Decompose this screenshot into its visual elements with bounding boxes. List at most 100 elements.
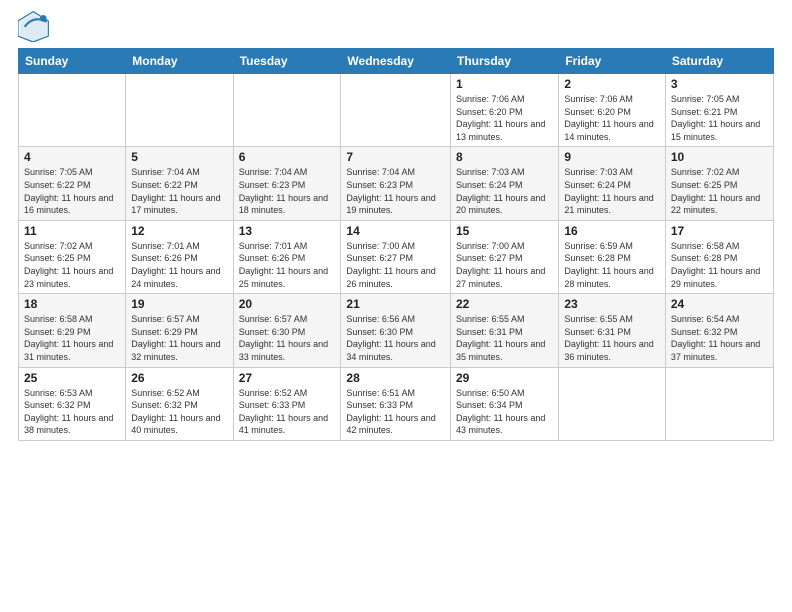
day-info: Sunrise: 6:59 AM Sunset: 6:28 PM Dayligh… [564,240,660,290]
day-info: Sunrise: 6:54 AM Sunset: 6:32 PM Dayligh… [671,313,768,363]
day-number: 11 [24,224,120,238]
logo [18,10,54,42]
day-info: Sunrise: 7:03 AM Sunset: 6:24 PM Dayligh… [564,166,660,216]
day-number: 25 [24,371,120,385]
day-info: Sunrise: 7:06 AM Sunset: 6:20 PM Dayligh… [456,93,553,143]
calendar-cell: 11 Sunrise: 7:02 AM Sunset: 6:25 PM Dayli… [19,220,126,293]
calendar-table: SundayMondayTuesdayWednesdayThursdayFrid… [18,48,774,441]
calendar-cell: 5 Sunrise: 7:04 AM Sunset: 6:22 PM Daylig… [126,147,233,220]
day-info: Sunrise: 7:03 AM Sunset: 6:24 PM Dayligh… [456,166,553,216]
day-info: Sunrise: 6:52 AM Sunset: 6:32 PM Dayligh… [131,387,227,437]
day-number: 16 [564,224,660,238]
calendar-week-5: 25 Sunrise: 6:53 AM Sunset: 6:32 PM Dayli… [19,367,774,440]
day-info: Sunrise: 7:00 AM Sunset: 6:27 PM Dayligh… [346,240,445,290]
calendar-cell: 8 Sunrise: 7:03 AM Sunset: 6:24 PM Daylig… [451,147,559,220]
day-number: 19 [131,297,227,311]
calendar-cell: 24 Sunrise: 6:54 AM Sunset: 6:32 PM Dayli… [665,294,773,367]
day-number: 21 [346,297,445,311]
day-number: 4 [24,150,120,164]
day-info: Sunrise: 6:50 AM Sunset: 6:34 PM Dayligh… [456,387,553,437]
day-number: 22 [456,297,553,311]
calendar-cell [126,74,233,147]
calendar-cell [233,74,341,147]
calendar-cell: 16 Sunrise: 6:59 AM Sunset: 6:28 PM Dayli… [559,220,666,293]
day-number: 18 [24,297,120,311]
page: SundayMondayTuesdayWednesdayThursdayFrid… [0,0,792,612]
calendar-cell: 3 Sunrise: 7:05 AM Sunset: 6:21 PM Daylig… [665,74,773,147]
day-info: Sunrise: 7:02 AM Sunset: 6:25 PM Dayligh… [24,240,120,290]
day-number: 15 [456,224,553,238]
calendar-cell: 28Sunrise: 6:51 AM Sunset: 6:33 PM Dayli… [341,367,451,440]
calendar-cell: 14 Sunrise: 7:00 AM Sunset: 6:27 PM Dayli… [341,220,451,293]
day-number: 26 [131,371,227,385]
day-info: Sunrise: 6:58 AM Sunset: 6:29 PM Dayligh… [24,313,120,363]
calendar-cell: 10 Sunrise: 7:02 AM Sunset: 6:25 PM Dayli… [665,147,773,220]
day-number: 24 [671,297,768,311]
day-info: Sunrise: 6:55 AM Sunset: 6:31 PM Dayligh… [564,313,660,363]
day-number: 9 [564,150,660,164]
col-header-thursday: Thursday [451,49,559,74]
day-number: 13 [239,224,336,238]
day-info: Sunrise: 7:00 AM Sunset: 6:27 PM Dayligh… [456,240,553,290]
day-number: 17 [671,224,768,238]
day-number: 3 [671,77,768,91]
calendar-header-row: SundayMondayTuesdayWednesdayThursdayFrid… [19,49,774,74]
col-header-wednesday: Wednesday [341,49,451,74]
day-info: Sunrise: 7:04 AM Sunset: 6:23 PM Dayligh… [346,166,445,216]
calendar-cell [665,367,773,440]
col-header-monday: Monday [126,49,233,74]
day-info: Sunrise: 7:04 AM Sunset: 6:22 PM Dayligh… [131,166,227,216]
calendar-cell: 22 Sunrise: 6:55 AM Sunset: 6:31 PM Dayli… [451,294,559,367]
day-number: 6 [239,150,336,164]
day-info: Sunrise: 6:53 AM Sunset: 6:32 PM Dayligh… [24,387,120,437]
day-info: Sunrise: 7:01 AM Sunset: 6:26 PM Dayligh… [239,240,336,290]
calendar-week-3: 11 Sunrise: 7:02 AM Sunset: 6:25 PM Dayli… [19,220,774,293]
calendar-cell [559,367,666,440]
header [18,10,774,42]
day-number: 7 [346,150,445,164]
day-number: 23 [564,297,660,311]
calendar-cell: 1Sunrise: 7:06 AM Sunset: 6:20 PM Daylig… [451,74,559,147]
col-header-tuesday: Tuesday [233,49,341,74]
day-number: 12 [131,224,227,238]
day-number: 2 [564,77,660,91]
day-number: 29 [456,371,553,385]
calendar-cell: 17 Sunrise: 6:58 AM Sunset: 6:28 PM Dayli… [665,220,773,293]
day-info: Sunrise: 6:58 AM Sunset: 6:28 PM Dayligh… [671,240,768,290]
calendar-cell: 27 Sunrise: 6:52 AM Sunset: 6:33 PM Dayli… [233,367,341,440]
day-info: Sunrise: 6:55 AM Sunset: 6:31 PM Dayligh… [456,313,553,363]
day-number: 27 [239,371,336,385]
calendar-cell: 21Sunrise: 6:56 AM Sunset: 6:30 PM Dayli… [341,294,451,367]
calendar-cell: 25 Sunrise: 6:53 AM Sunset: 6:32 PM Dayli… [19,367,126,440]
calendar-week-1: 1Sunrise: 7:06 AM Sunset: 6:20 PM Daylig… [19,74,774,147]
calendar-cell: 9 Sunrise: 7:03 AM Sunset: 6:24 PM Daylig… [559,147,666,220]
day-number: 8 [456,150,553,164]
calendar-cell [19,74,126,147]
calendar-cell: 26 Sunrise: 6:52 AM Sunset: 6:32 PM Dayli… [126,367,233,440]
col-header-saturday: Saturday [665,49,773,74]
day-info: Sunrise: 7:02 AM Sunset: 6:25 PM Dayligh… [671,166,768,216]
calendar-cell: 23 Sunrise: 6:55 AM Sunset: 6:31 PM Dayli… [559,294,666,367]
logo-icon [18,10,50,42]
calendar-cell: 20Sunrise: 6:57 AM Sunset: 6:30 PM Dayli… [233,294,341,367]
day-number: 5 [131,150,227,164]
calendar-cell: 18 Sunrise: 6:58 AM Sunset: 6:29 PM Dayli… [19,294,126,367]
calendar-week-4: 18 Sunrise: 6:58 AM Sunset: 6:29 PM Dayli… [19,294,774,367]
day-info: Sunrise: 7:06 AM Sunset: 6:20 PM Dayligh… [564,93,660,143]
calendar-cell: 2 Sunrise: 7:06 AM Sunset: 6:20 PM Daylig… [559,74,666,147]
calendar-cell [341,74,451,147]
day-info: Sunrise: 6:52 AM Sunset: 6:33 PM Dayligh… [239,387,336,437]
calendar-cell: 6Sunrise: 7:04 AM Sunset: 6:23 PM Daylig… [233,147,341,220]
calendar-cell: 12 Sunrise: 7:01 AM Sunset: 6:26 PM Dayli… [126,220,233,293]
calendar-cell: 4Sunrise: 7:05 AM Sunset: 6:22 PM Daylig… [19,147,126,220]
day-number: 10 [671,150,768,164]
calendar-cell: 29 Sunrise: 6:50 AM Sunset: 6:34 PM Dayli… [451,367,559,440]
col-header-friday: Friday [559,49,666,74]
calendar-week-2: 4Sunrise: 7:05 AM Sunset: 6:22 PM Daylig… [19,147,774,220]
day-info: Sunrise: 6:51 AM Sunset: 6:33 PM Dayligh… [346,387,445,437]
day-info: Sunrise: 7:01 AM Sunset: 6:26 PM Dayligh… [131,240,227,290]
day-number: 14 [346,224,445,238]
calendar-cell: 13 Sunrise: 7:01 AM Sunset: 6:26 PM Dayli… [233,220,341,293]
calendar-cell: 15 Sunrise: 7:00 AM Sunset: 6:27 PM Dayli… [451,220,559,293]
day-info: Sunrise: 7:05 AM Sunset: 6:21 PM Dayligh… [671,93,768,143]
